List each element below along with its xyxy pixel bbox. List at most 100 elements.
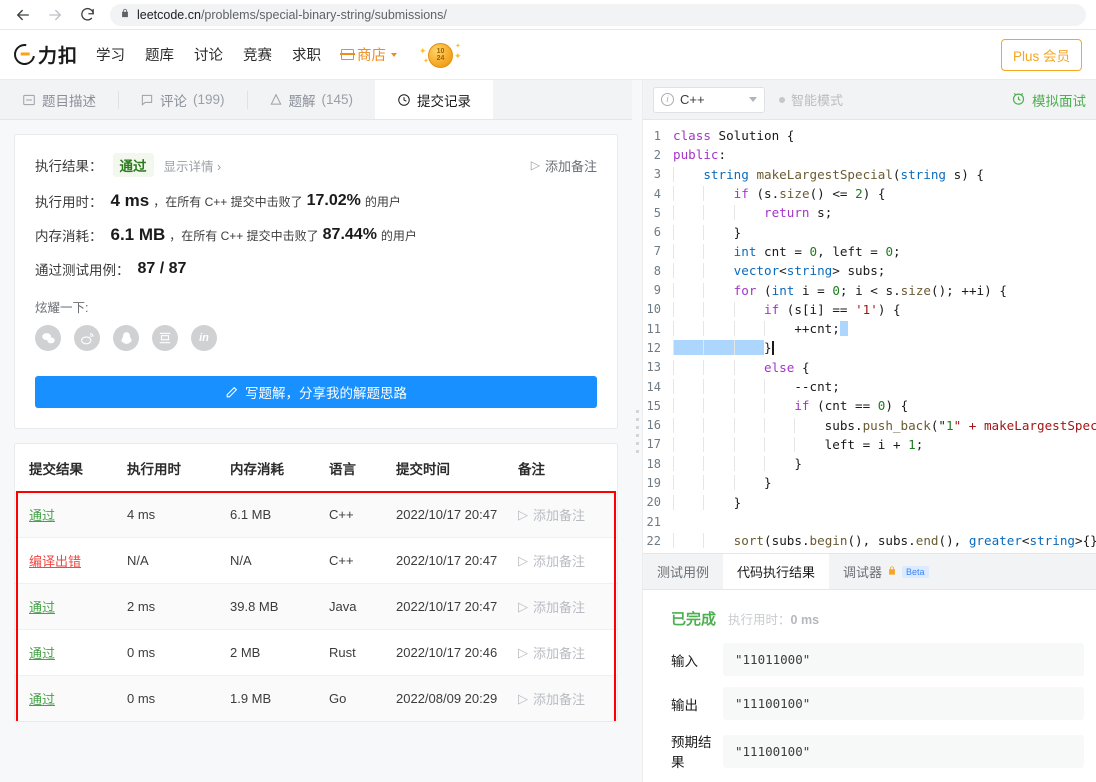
logo[interactable]: 力扣 xyxy=(9,39,78,70)
table-row[interactable]: 通过 4 ms 6.1 MB C++ 2022/10/17 20:47 ▷ 添加备注 xyxy=(15,491,617,538)
code-line[interactable]: 2 public: xyxy=(643,145,1096,164)
smart-mode-toggle[interactable]: 智能模式 xyxy=(779,90,843,109)
panel-splitter[interactable] xyxy=(632,80,642,782)
code-text: } xyxy=(673,224,741,240)
flag-icon: ▷ xyxy=(518,552,528,568)
console-panel: 测试用例 代码执行结果 调试器 Beta 已完成 执行用时：0 ms 输入 "1… xyxy=(643,553,1096,782)
code-line[interactable]: 4 if (s.size() <= 2) { xyxy=(643,184,1096,203)
qq-icon[interactable] xyxy=(113,325,139,351)
mock-interview-button[interactable]: 模拟面试 xyxy=(1011,90,1086,110)
code-line[interactable]: 6 } xyxy=(643,222,1096,241)
submission-status-link[interactable]: 通过 xyxy=(29,692,55,707)
code-text: } xyxy=(673,456,802,472)
input-value[interactable]: "11011000" xyxy=(723,643,1084,676)
nav-item-store[interactable]: 商店 xyxy=(340,44,398,65)
code-line[interactable]: 15 if (cnt == 0) { xyxy=(643,396,1096,415)
submission-status-link[interactable]: 编译出错 xyxy=(29,554,81,569)
row-add-note-button[interactable]: ▷ 添加备注 xyxy=(518,689,617,708)
write-solution-button[interactable]: 写题解，分享我的解题思路 xyxy=(35,376,597,408)
code-line[interactable]: 5 return s; xyxy=(643,203,1096,222)
code-text: --cnt; xyxy=(673,379,840,394)
tab-description[interactable]: 题目描述 xyxy=(0,80,118,119)
code-line[interactable]: 22 sort(subs.begin(), subs.end(), greate… xyxy=(643,531,1096,550)
line-number: 18 xyxy=(646,456,661,471)
code-line[interactable]: 8 vector<string> subs; xyxy=(643,261,1096,280)
code-text: } xyxy=(673,494,741,510)
coin-icon: 10 24 xyxy=(428,42,454,68)
input-label: 输入 xyxy=(671,653,698,669)
result-card: 执行结果： 通过 显示详情 › ▷ 添加备注 执行用时： 4 ms ，在所有 C… xyxy=(14,134,618,429)
douban-icon[interactable] xyxy=(152,325,178,351)
code-line[interactable]: 10 if (s[i] == '1') { xyxy=(643,300,1096,319)
reload-icon[interactable] xyxy=(74,2,100,28)
table-row[interactable]: 通过 0 ms 2 MB Rust 2022/10/17 20:46 ▷ 添加备注 xyxy=(15,629,617,676)
weibo-icon[interactable] xyxy=(74,325,100,351)
wechat-icon[interactable] xyxy=(35,325,61,351)
add-note-button[interactable]: ▷ 添加备注 xyxy=(531,156,597,175)
code-line[interactable]: 20 } xyxy=(643,493,1096,512)
code-text: if (cnt == 0) { xyxy=(673,398,908,414)
nav-item-discuss[interactable]: 讨论 xyxy=(194,44,223,65)
code-line[interactable]: 17 left = i + 1; xyxy=(643,435,1096,454)
row-add-note-button[interactable]: ▷ 添加备注 xyxy=(518,643,617,662)
code-line[interactable]: 19 } xyxy=(643,473,1096,492)
table-row[interactable]: 通过 2 ms 39.8 MB Java 2022/10/17 20:47 ▷ 添加备注 xyxy=(15,583,617,630)
language-selector[interactable]: i C++ xyxy=(653,86,765,113)
row-add-note-button[interactable]: ▷ 添加备注 xyxy=(518,597,617,616)
tab-debugger[interactable]: 调试器 Beta xyxy=(829,554,943,589)
row-add-note-label: 添加备注 xyxy=(533,600,586,615)
code-line[interactable]: 21 xyxy=(643,512,1096,531)
tab-debugger-label: 调试器 xyxy=(843,565,883,580)
tab-submissions[interactable]: 提交记录 xyxy=(375,80,494,119)
code-line[interactable]: 7 int cnt = 0, left = 0; xyxy=(643,242,1096,261)
flag-icon: ▷ xyxy=(518,690,528,706)
submission-status-link[interactable]: 通过 xyxy=(29,600,55,615)
nav-item-contest[interactable]: 竞赛 xyxy=(243,44,272,65)
forward-arrow-icon[interactable] xyxy=(42,2,68,28)
table-row[interactable]: 通过 0 ms 1.9 MB Go 2022/08/09 20:29 ▷ 添加备注 xyxy=(15,675,617,721)
submission-status-link[interactable]: 通过 xyxy=(29,508,55,523)
chevron-down-icon xyxy=(391,52,398,57)
line-number: 14 xyxy=(646,379,661,394)
code-line[interactable]: 1 class Solution { xyxy=(643,126,1096,145)
solution-icon xyxy=(270,93,281,105)
code-line[interactable]: 23 string ans = accumulate(subs.begin(),… xyxy=(643,551,1096,553)
nav-item-study[interactable]: 学习 xyxy=(96,44,125,65)
editor-toolbar: i C++ 智能模式 模拟面试 xyxy=(643,80,1096,120)
code-line[interactable]: 9 for (int i = 0; i < s.size(); ++i) { xyxy=(643,280,1096,299)
code-text: int cnt = 0, left = 0; xyxy=(673,243,901,259)
tab-comments-label: 评论 xyxy=(160,93,187,109)
code-line[interactable]: 14 --cnt; xyxy=(643,377,1096,396)
mock-interview-label: 模拟面试 xyxy=(1032,93,1086,109)
tab-comments[interactable]: 评论 (199) xyxy=(118,80,247,119)
code-line[interactable]: 3 string makeLargestSpecial(string s) { xyxy=(643,165,1096,184)
col-header-runtime: 执行用时 xyxy=(127,444,230,492)
nav-item-problems[interactable]: 题库 xyxy=(145,44,174,65)
address-bar[interactable]: leetcode.cn/problems/special-binary-stri… xyxy=(110,3,1086,26)
submission-status-link[interactable]: 通过 xyxy=(29,646,55,661)
back-arrow-icon[interactable] xyxy=(10,2,36,28)
code-line[interactable]: 18 } xyxy=(643,454,1096,473)
code-line[interactable]: 12 } xyxy=(643,338,1096,357)
row-add-note-button[interactable]: ▷ 添加备注 xyxy=(518,505,617,524)
code-line[interactable]: 16 subs.push_back("1" + makeLargestSpeci… xyxy=(643,415,1096,434)
table-row[interactable]: 编译出错 N/A N/A C++ 2022/10/17 20:47 ▷ 添加备注 xyxy=(15,537,617,584)
tab-solutions[interactable]: 题解 (145) xyxy=(246,80,376,119)
nav-item-jobs[interactable]: 求职 xyxy=(292,44,321,65)
code-line[interactable]: 13 else { xyxy=(643,358,1096,377)
line-number: 5 xyxy=(653,205,661,220)
plus-membership-button[interactable]: Plus 会员 xyxy=(1000,38,1082,71)
description-icon xyxy=(23,94,35,105)
code-line[interactable]: 11 ++cnt; xyxy=(643,319,1096,338)
tab-result[interactable]: 代码执行结果 xyxy=(723,554,830,589)
code-editor[interactable]: 1 class Solution {2 public: 3 string makeLa… xyxy=(643,120,1096,553)
row-add-note-button[interactable]: ▷ 添加备注 xyxy=(518,551,617,570)
linkedin-icon[interactable]: in xyxy=(191,325,217,351)
coin-badge[interactable]: ✦ ✦ ✦ ✦ 10 24 xyxy=(419,39,465,71)
show-detail-link[interactable]: 显示详情 › xyxy=(164,156,222,175)
tab-testcase[interactable]: 测试用例 xyxy=(643,554,723,589)
left-scroll-area[interactable]: 执行结果： 通过 显示详情 › ▷ 添加备注 执行用时： 4 ms ，在所有 C… xyxy=(0,120,632,782)
cell-note: ▷ 添加备注 xyxy=(518,584,617,630)
cell-runtime: 2 ms xyxy=(127,599,156,614)
status-dot-icon xyxy=(779,96,785,103)
